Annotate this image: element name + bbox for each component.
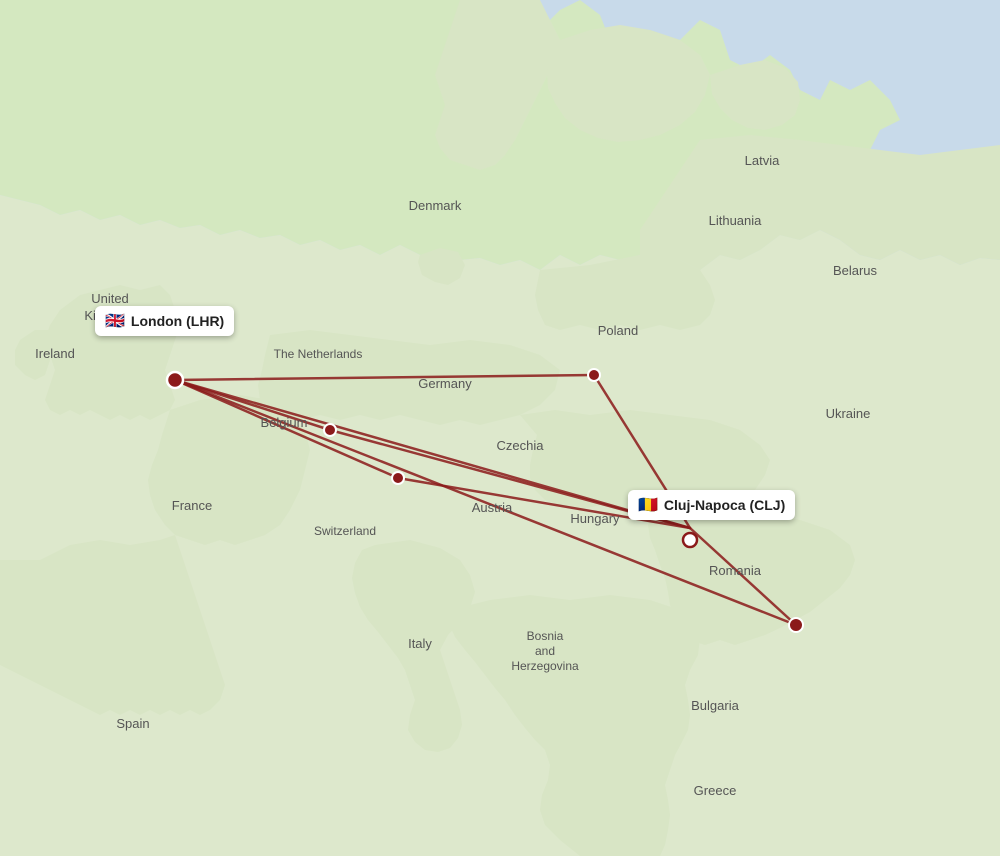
london-label-text: London (LHR)	[131, 313, 224, 329]
ukraine-label: Ukraine	[826, 406, 871, 421]
italy-label: Italy	[408, 636, 432, 651]
ireland-label: Ireland	[35, 346, 75, 361]
uk-flag: 🇬🇧	[105, 311, 125, 331]
map-svg: Latvia Lithuania Belarus Denmark United …	[0, 0, 1000, 856]
bosnia-label-3: Herzegovina	[511, 659, 579, 673]
latvia-label: Latvia	[745, 153, 780, 168]
bulgaria-label: Bulgaria	[691, 698, 739, 713]
spain-label: Spain	[116, 716, 149, 731]
greece-label: Greece	[694, 783, 737, 798]
lithuania-label: Lithuania	[709, 213, 763, 228]
hungary-label: Hungary	[570, 511, 620, 526]
london-label-box: 🇬🇧 London (LHR)	[95, 306, 234, 336]
bosnia-label-2: and	[535, 644, 555, 658]
united-kingdom-label-1: United	[91, 291, 129, 306]
germany-label: Germany	[418, 376, 472, 391]
belgium-label: Belgium	[261, 415, 308, 430]
romania-label: Romania	[709, 563, 762, 578]
switzerland-label: Switzerland	[314, 524, 376, 538]
france-label: France	[172, 498, 212, 513]
belarus-label: Belarus	[833, 263, 878, 278]
map-container: Latvia Lithuania Belarus Denmark United …	[0, 0, 1000, 856]
denmark-label: Denmark	[409, 198, 462, 213]
czechia-label: Czechia	[497, 438, 545, 453]
austria-label: Austria	[472, 500, 513, 515]
netherlands-label: The Netherlands	[274, 347, 363, 361]
romania-flag: 🇷🇴	[638, 495, 658, 515]
cluj-label-text: Cluj-Napoca (CLJ)	[664, 497, 785, 513]
cluj-label-box: 🇷🇴 Cluj-Napoca (CLJ)	[628, 490, 795, 520]
poland-label: Poland	[598, 323, 638, 338]
bosnia-label-1: Bosnia	[527, 629, 564, 643]
